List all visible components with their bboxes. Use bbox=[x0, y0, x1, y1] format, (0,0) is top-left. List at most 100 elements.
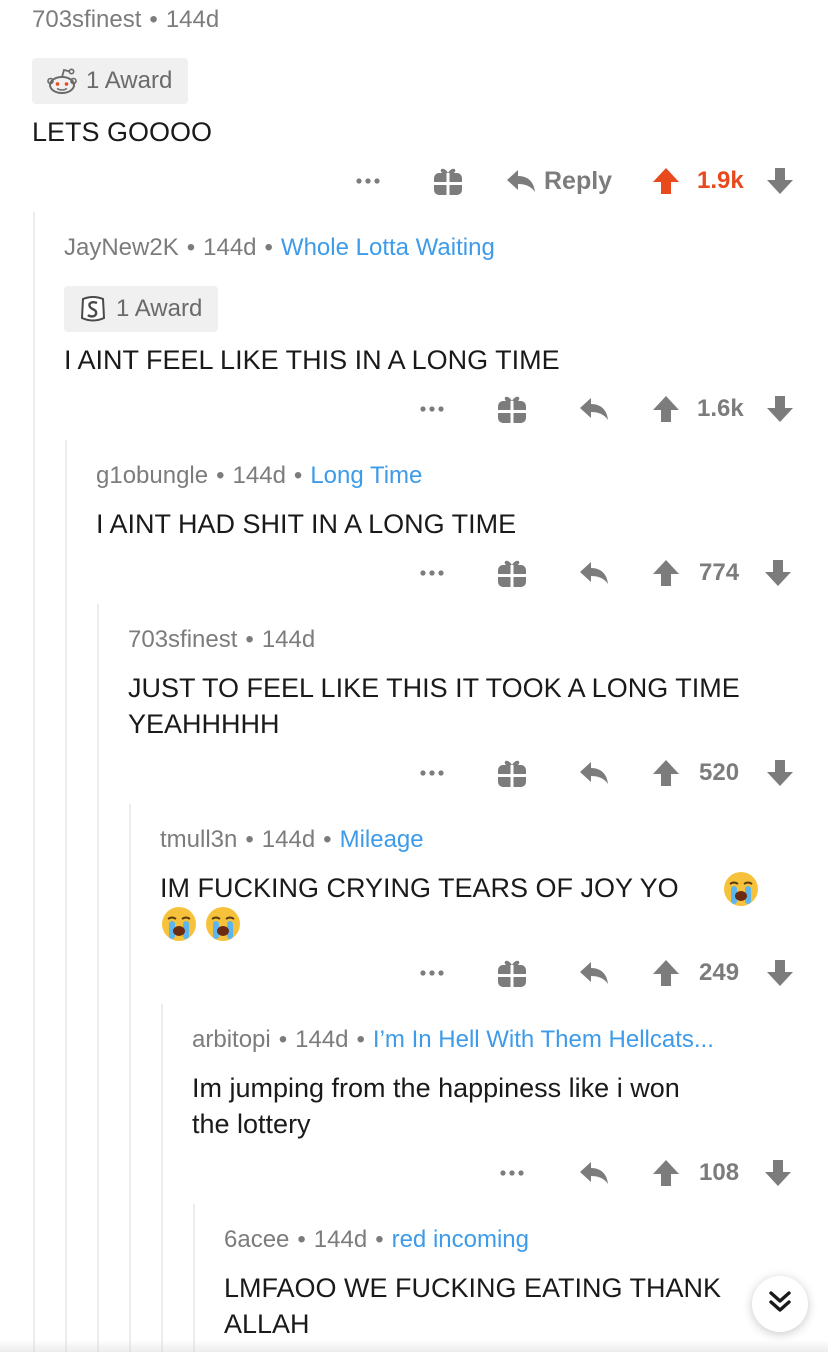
give-award-button[interactable] bbox=[494, 753, 530, 793]
downvote-button[interactable] bbox=[764, 389, 796, 429]
more-options-icon bbox=[499, 1169, 525, 1177]
vote-score: 774 bbox=[699, 559, 740, 586]
comment-body-line: YEAHHHHH bbox=[128, 709, 280, 739]
meta-separator: • bbox=[216, 462, 225, 489]
upvote-arrow-icon bbox=[652, 959, 680, 987]
gift-award-icon bbox=[497, 394, 527, 424]
comment-age: 144d bbox=[165, 6, 220, 33]
comment-meta: g1obungle • 144d • Long Time bbox=[96, 462, 422, 490]
downvote-arrow-icon bbox=[764, 559, 792, 587]
reply-button[interactable] bbox=[576, 1153, 612, 1193]
comment-author[interactable]: JayNew2K bbox=[64, 234, 179, 261]
comment-age: 144d bbox=[232, 462, 286, 489]
upvote-button[interactable] bbox=[650, 161, 682, 201]
more-options-button[interactable] bbox=[412, 953, 452, 993]
reply-button[interactable] bbox=[576, 553, 612, 593]
downvote-button[interactable] bbox=[764, 161, 796, 201]
comment-age: 144d bbox=[313, 1226, 368, 1253]
comment-body: Im jumping from the happiness like i won… bbox=[192, 1070, 680, 1142]
more-options-button[interactable] bbox=[412, 753, 452, 793]
more-options-button[interactable] bbox=[412, 389, 452, 429]
meta-separator: • bbox=[264, 234, 273, 261]
gift-award-icon bbox=[433, 166, 463, 196]
downvote-arrow-icon bbox=[766, 959, 794, 987]
give-award-button[interactable] bbox=[494, 389, 530, 429]
upvote-button[interactable] bbox=[650, 1153, 682, 1193]
upvote-arrow-icon bbox=[652, 559, 680, 587]
scroll-to-next-button[interactable] bbox=[752, 1276, 808, 1332]
upvote-button[interactable] bbox=[650, 389, 682, 429]
downvote-button[interactable] bbox=[764, 753, 796, 793]
reply-button[interactable] bbox=[576, 953, 612, 993]
comment-body-line: Im jumping from the happiness like i won bbox=[192, 1073, 680, 1103]
give-award-button[interactable] bbox=[430, 161, 466, 201]
user-flair: red incoming bbox=[391, 1226, 529, 1253]
more-options-icon bbox=[419, 569, 445, 577]
reply-button[interactable] bbox=[576, 389, 612, 429]
loudly-crying-face-icon bbox=[160, 905, 198, 948]
comment-body-line: LMFAOO WE FUCKING EATING THANK bbox=[224, 1273, 722, 1303]
more-options-button[interactable] bbox=[492, 1153, 532, 1193]
user-flair: Long Time bbox=[310, 462, 423, 489]
comment-author[interactable]: arbitopi bbox=[192, 1026, 271, 1053]
reply-arrow-icon bbox=[579, 960, 609, 986]
downvote-button[interactable] bbox=[764, 953, 796, 993]
upvote-button[interactable] bbox=[650, 953, 682, 993]
comment-author[interactable]: 703sfinest bbox=[128, 626, 237, 653]
award-count: 1 Award bbox=[86, 67, 173, 94]
comment-author[interactable]: tmull3n bbox=[160, 826, 237, 853]
reply-arrow-icon bbox=[579, 1160, 609, 1186]
upvote-button[interactable] bbox=[650, 753, 682, 793]
comment-age: 144d bbox=[261, 826, 316, 853]
vote-score: 108 bbox=[699, 1159, 740, 1186]
comment-age: 144d bbox=[203, 234, 257, 261]
more-options-icon bbox=[355, 177, 381, 185]
meta-separator: • bbox=[356, 1026, 365, 1053]
meta-separator: • bbox=[297, 1226, 306, 1253]
gift-award-icon bbox=[497, 558, 527, 588]
upvote-button[interactable] bbox=[650, 553, 682, 593]
reply-arrow-icon bbox=[506, 168, 536, 194]
comment-body-text: IM FUCKING CRYING TEARS OF JOY YO bbox=[160, 873, 679, 903]
reply-arrow-icon bbox=[579, 396, 609, 422]
comment-author[interactable]: g1obungle bbox=[96, 462, 208, 489]
comment-author[interactable]: 6acee bbox=[224, 1226, 289, 1253]
more-options-icon bbox=[419, 969, 445, 977]
comment-body-line: JUST TO FEEL LIKE THIS IT TOOK A LONG TI… bbox=[128, 673, 740, 703]
more-options-button[interactable] bbox=[348, 161, 388, 201]
comment-body: LMFAOO WE FUCKING EATING THANK ALLAH bbox=[224, 1270, 721, 1342]
snoo-award-icon bbox=[46, 66, 78, 96]
meta-separator: • bbox=[186, 234, 196, 261]
more-options-button[interactable] bbox=[412, 553, 452, 593]
downvote-arrow-icon bbox=[766, 759, 794, 787]
comment-meta: tmull3n • 144d • Mileage bbox=[160, 826, 424, 854]
comment-actions: 520 bbox=[0, 753, 828, 793]
comment-body: IM FUCKING CRYING TEARS OF JOY YO bbox=[160, 870, 780, 906]
user-flair: I’m In Hell With Them Hellcats... bbox=[372, 1026, 714, 1053]
award-badge[interactable]: 1 Award bbox=[64, 286, 219, 332]
give-award-button[interactable] bbox=[494, 953, 530, 993]
comment-actions: Reply 1.9k bbox=[0, 161, 828, 201]
reply-arrow-icon bbox=[579, 560, 609, 586]
thread-line-level-4 bbox=[129, 804, 131, 1352]
comment-meta: 703sfinest • 144d bbox=[32, 6, 219, 34]
upvote-arrow-icon bbox=[652, 395, 680, 423]
award-badge[interactable]: 1 Award bbox=[32, 58, 189, 104]
comment-age: 144d bbox=[261, 626, 316, 653]
reply-button[interactable] bbox=[576, 753, 612, 793]
upvote-arrow-icon bbox=[652, 1159, 680, 1187]
comment-actions: 1.6k bbox=[0, 389, 828, 429]
downvote-button[interactable] bbox=[762, 1153, 794, 1193]
downvote-button[interactable] bbox=[762, 553, 794, 593]
reply-arrow-icon bbox=[579, 760, 609, 786]
gift-award-icon bbox=[497, 758, 527, 788]
comment-author[interactable]: 703sfinest bbox=[32, 6, 141, 33]
reply-button[interactable]: Reply bbox=[506, 161, 618, 201]
upvote-arrow-icon bbox=[652, 167, 680, 195]
give-award-button[interactable] bbox=[494, 553, 530, 593]
comment-actions: 249 bbox=[0, 953, 828, 993]
silver-award-icon bbox=[78, 294, 108, 324]
comment-actions: 108 bbox=[0, 1153, 828, 1193]
comment-body-line: the lottery bbox=[192, 1109, 311, 1139]
downvote-arrow-icon bbox=[766, 395, 794, 423]
